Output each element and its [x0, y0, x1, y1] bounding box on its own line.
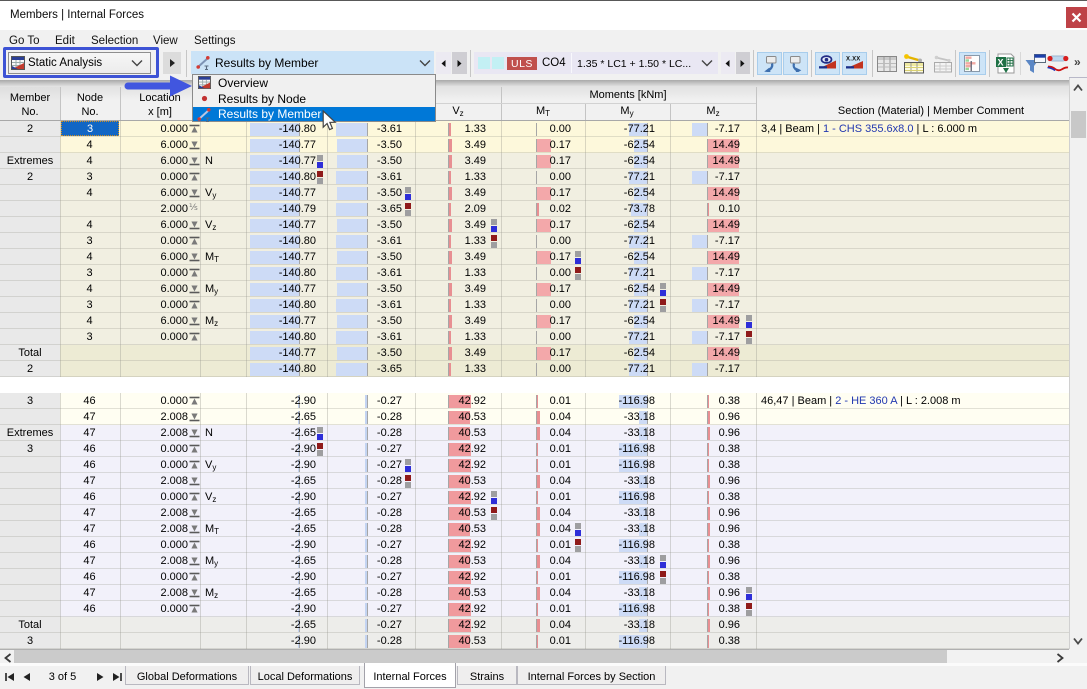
svg-text:X.XX: X.XX: [846, 57, 860, 63]
svg-text:X: X: [998, 58, 1004, 68]
